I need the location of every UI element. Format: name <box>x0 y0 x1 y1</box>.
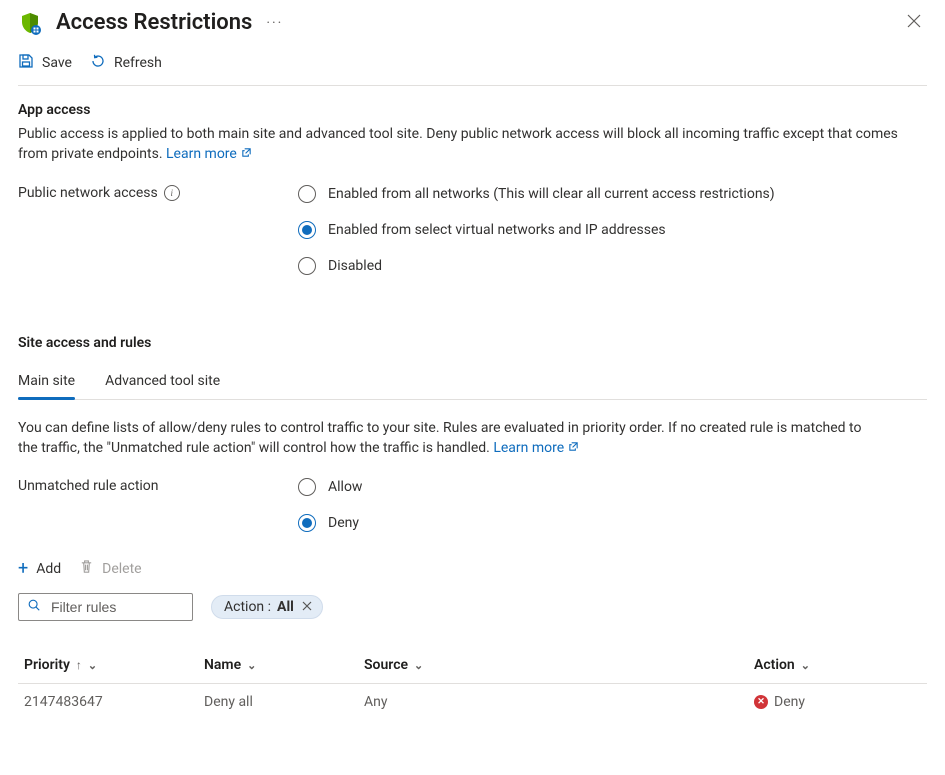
plus-icon: + <box>18 558 28 579</box>
info-icon[interactable]: i <box>164 185 180 201</box>
radio-allow[interactable]: Allow <box>298 478 362 496</box>
app-access-learn-more[interactable]: Learn more <box>166 146 252 162</box>
radio-deny[interactable]: Deny <box>298 514 362 532</box>
shield-icon <box>18 11 42 35</box>
radio-icon <box>298 257 316 275</box>
site-rules-title: Site access and rules <box>18 335 927 351</box>
external-link-icon <box>568 438 579 458</box>
radio-icon <box>298 514 316 532</box>
chevron-down-icon: ⌄ <box>801 659 810 672</box>
app-access-title: App access <box>18 102 927 118</box>
radio-enabled-all[interactable]: Enabled from all networks (This will cle… <box>298 185 775 203</box>
rules-table: Priority ↑ ⌄ Name ⌄ Source ⌄ Action ⌄ 21… <box>18 647 927 720</box>
public-network-access-label: Public network access i <box>18 185 298 201</box>
external-link-icon <box>241 144 252 164</box>
close-icon <box>907 14 921 28</box>
site-rules-learn-more[interactable]: Learn more <box>493 440 579 456</box>
refresh-button[interactable]: Refresh <box>90 53 162 73</box>
trash-icon <box>79 559 94 578</box>
app-access-desc: Public access is applied to both main si… <box>18 124 927 165</box>
unmatched-rule-action-label: Unmatched rule action <box>18 478 298 494</box>
cell-priority: 2147483647 <box>24 694 204 710</box>
radio-icon <box>298 185 316 203</box>
radio-enabled-select[interactable]: Enabled from select virtual networks and… <box>298 221 775 239</box>
tab-advanced-tool-site[interactable]: Advanced tool site <box>105 365 220 399</box>
col-name[interactable]: Name ⌄ <box>204 657 364 673</box>
refresh-icon <box>90 53 106 73</box>
cell-action: ✕ Deny <box>754 694 894 710</box>
radio-disabled[interactable]: Disabled <box>298 257 775 275</box>
action-filter-chip[interactable]: Action : All <box>211 595 323 619</box>
save-button[interactable]: Save <box>18 53 72 73</box>
table-header: Priority ↑ ⌄ Name ⌄ Source ⌄ Action ⌄ <box>18 647 927 684</box>
table-row[interactable]: 2147483647 Deny all Any ✕ Deny <box>18 684 927 720</box>
delete-button[interactable]: Delete <box>79 559 141 578</box>
site-rules-tabs: Main site Advanced tool site <box>18 365 927 400</box>
filter-rules-box[interactable] <box>18 593 193 621</box>
toolbar: Save Refresh <box>18 53 927 86</box>
deny-icon: ✕ <box>754 695 768 709</box>
chevron-down-icon: ⌄ <box>414 659 423 672</box>
public-network-access-radios: Enabled from all networks (This will cle… <box>298 185 775 275</box>
close-button[interactable] <box>907 12 921 33</box>
add-button[interactable]: + Add <box>18 558 61 579</box>
col-priority[interactable]: Priority ↑ ⌄ <box>24 657 204 673</box>
col-action[interactable]: Action ⌄ <box>754 657 894 673</box>
chevron-down-icon: ⌄ <box>247 659 256 672</box>
tab-main-site[interactable]: Main site <box>18 365 75 399</box>
save-icon <box>18 53 34 73</box>
cell-source: Any <box>364 694 754 710</box>
cell-name: Deny all <box>204 694 364 710</box>
save-label: Save <box>42 55 72 71</box>
filter-rules-input[interactable] <box>49 598 184 616</box>
chip-clear-icon[interactable] <box>302 600 312 614</box>
col-source[interactable]: Source ⌄ <box>364 657 754 673</box>
search-icon <box>27 598 41 616</box>
page-title: Access Restrictions <box>56 10 252 35</box>
more-button[interactable]: ··· <box>266 11 283 35</box>
sort-asc-icon: ↑ <box>76 658 82 672</box>
refresh-label: Refresh <box>114 55 162 71</box>
radio-icon <box>298 478 316 496</box>
radio-icon <box>298 221 316 239</box>
chevron-down-icon: ⌄ <box>88 659 97 672</box>
site-rules-desc: You can define lists of allow/deny rules… <box>18 418 927 459</box>
unmatched-rule-action-radios: Allow Deny <box>298 478 362 532</box>
